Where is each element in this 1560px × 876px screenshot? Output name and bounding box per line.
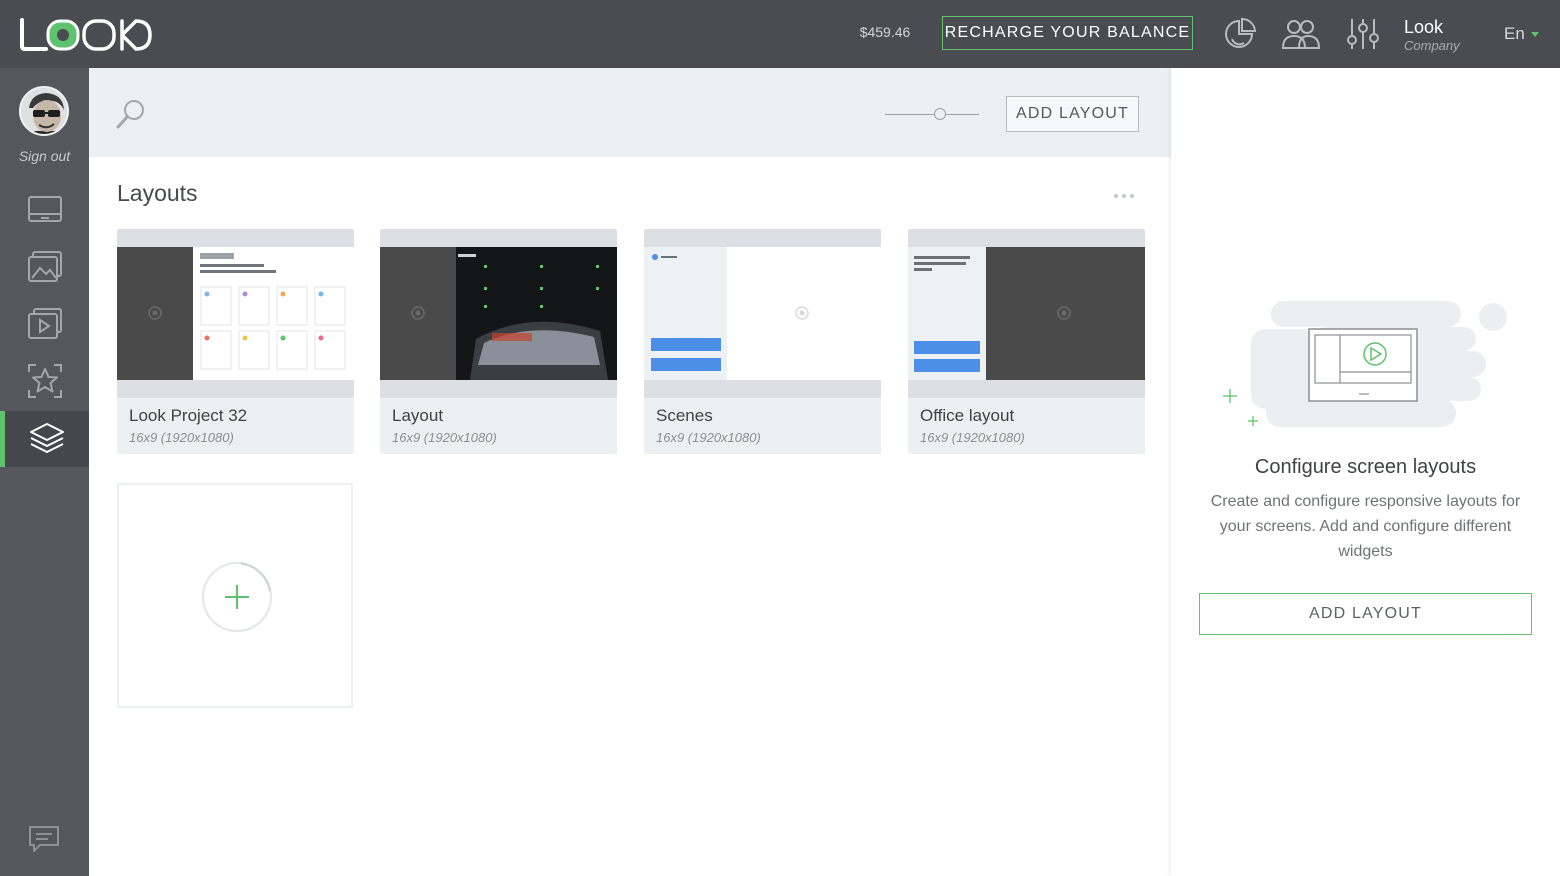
layout-card[interactable]: Office layout 16x9 (1920x1080) — [908, 229, 1145, 454]
search-icon[interactable] — [115, 98, 147, 130]
layouts-icon — [30, 423, 64, 453]
more-options-icon[interactable] — [1109, 186, 1139, 206]
widgets-icon — [27, 364, 62, 398]
toolbar: ADD LAYOUT — [89, 68, 1171, 157]
zoom-slider[interactable] — [885, 106, 979, 122]
language-label: En — [1504, 24, 1525, 43]
info-panel-description: Create and configure responsive layouts … — [1210, 493, 1521, 560]
layout-thumbnail — [117, 229, 354, 398]
layout-card[interactable]: Look Project 32 16x9 (1920x1080) — [117, 229, 354, 454]
add-layout-panel-button[interactable]: ADD LAYOUT — [1199, 593, 1532, 635]
account-type: Company — [1404, 38, 1460, 53]
info-panel: Configure screen layouts Create and conf… — [1171, 68, 1560, 876]
recharge-balance-button[interactable]: RECHARGE YOUR BALANCE — [942, 16, 1193, 50]
sidebar-item-playlists[interactable] — [0, 296, 89, 352]
plus-icon — [202, 562, 272, 632]
page-title: Layouts — [117, 180, 198, 206]
main-content: ADD LAYOUT Layouts Look Project 32 16x9 … — [89, 68, 1171, 876]
zoom-slider-track — [885, 114, 979, 115]
settings-sliders-icon[interactable] — [1345, 16, 1381, 52]
layout-card[interactable]: Scenes 16x9 (1920x1080) — [644, 229, 881, 454]
top-bar: $459.46 RECHARGE YOUR BALANCE Look Compa… — [0, 0, 1560, 68]
screens-icon — [27, 196, 62, 222]
layout-title: Look Project 32 — [129, 406, 248, 425]
layout-card[interactable]: Layout 16x9 (1920x1080) — [380, 229, 617, 454]
layout-title: Office layout — [920, 406, 1015, 425]
analytics-pie-icon[interactable] — [1222, 16, 1258, 52]
images-icon — [27, 251, 62, 282]
layout-thumbnail — [380, 229, 617, 398]
look-logo[interactable] — [18, 16, 158, 52]
account-name: Look — [1404, 17, 1444, 37]
layout-title: Layout — [392, 406, 444, 425]
avatar-face-icon — [21, 88, 67, 134]
layout-resolution: 16x9 (1920x1080) — [656, 430, 761, 445]
layout-resolution: 16x9 (1920x1080) — [129, 430, 234, 445]
layout-preview-image — [380, 247, 617, 380]
layout-thumbnail — [644, 229, 881, 398]
balance-amount: $459.46 — [859, 24, 911, 40]
layout-preview-image — [117, 247, 354, 380]
layout-preview-image — [908, 247, 1145, 380]
chevron-down-icon — [1530, 31, 1539, 37]
add-layout-button[interactable]: ADD LAYOUT — [1006, 96, 1139, 132]
sidebar: Sign out — [0, 68, 89, 876]
add-layout-card[interactable] — [117, 483, 353, 708]
sidebar-item-widgets[interactable] — [0, 353, 89, 409]
playlists-icon — [27, 308, 62, 339]
account-switcher[interactable]: Look Company — [1404, 16, 1494, 54]
sidebar-item-images[interactable] — [0, 239, 89, 295]
layout-resolution: 16x9 (1920x1080) — [920, 430, 1025, 445]
sidebar-item-layouts[interactable] — [0, 411, 89, 467]
sign-out-link[interactable]: Sign out — [0, 148, 89, 164]
avatar[interactable] — [19, 86, 69, 136]
layout-thumbnail — [908, 229, 1145, 398]
info-panel-title: Configure screen layouts — [1254, 456, 1477, 478]
sidebar-item-screens[interactable] — [0, 182, 89, 238]
layout-title: Scenes — [656, 406, 713, 425]
layout-resolution: 16x9 (1920x1080) — [392, 430, 497, 445]
zoom-slider-thumb[interactable] — [934, 108, 946, 120]
chat-icon[interactable] — [26, 824, 62, 854]
users-icon[interactable] — [1281, 16, 1321, 52]
screen-layout-illustration — [1223, 301, 1507, 427]
layout-preview-image — [644, 247, 881, 380]
language-selector[interactable]: En — [1504, 24, 1539, 44]
